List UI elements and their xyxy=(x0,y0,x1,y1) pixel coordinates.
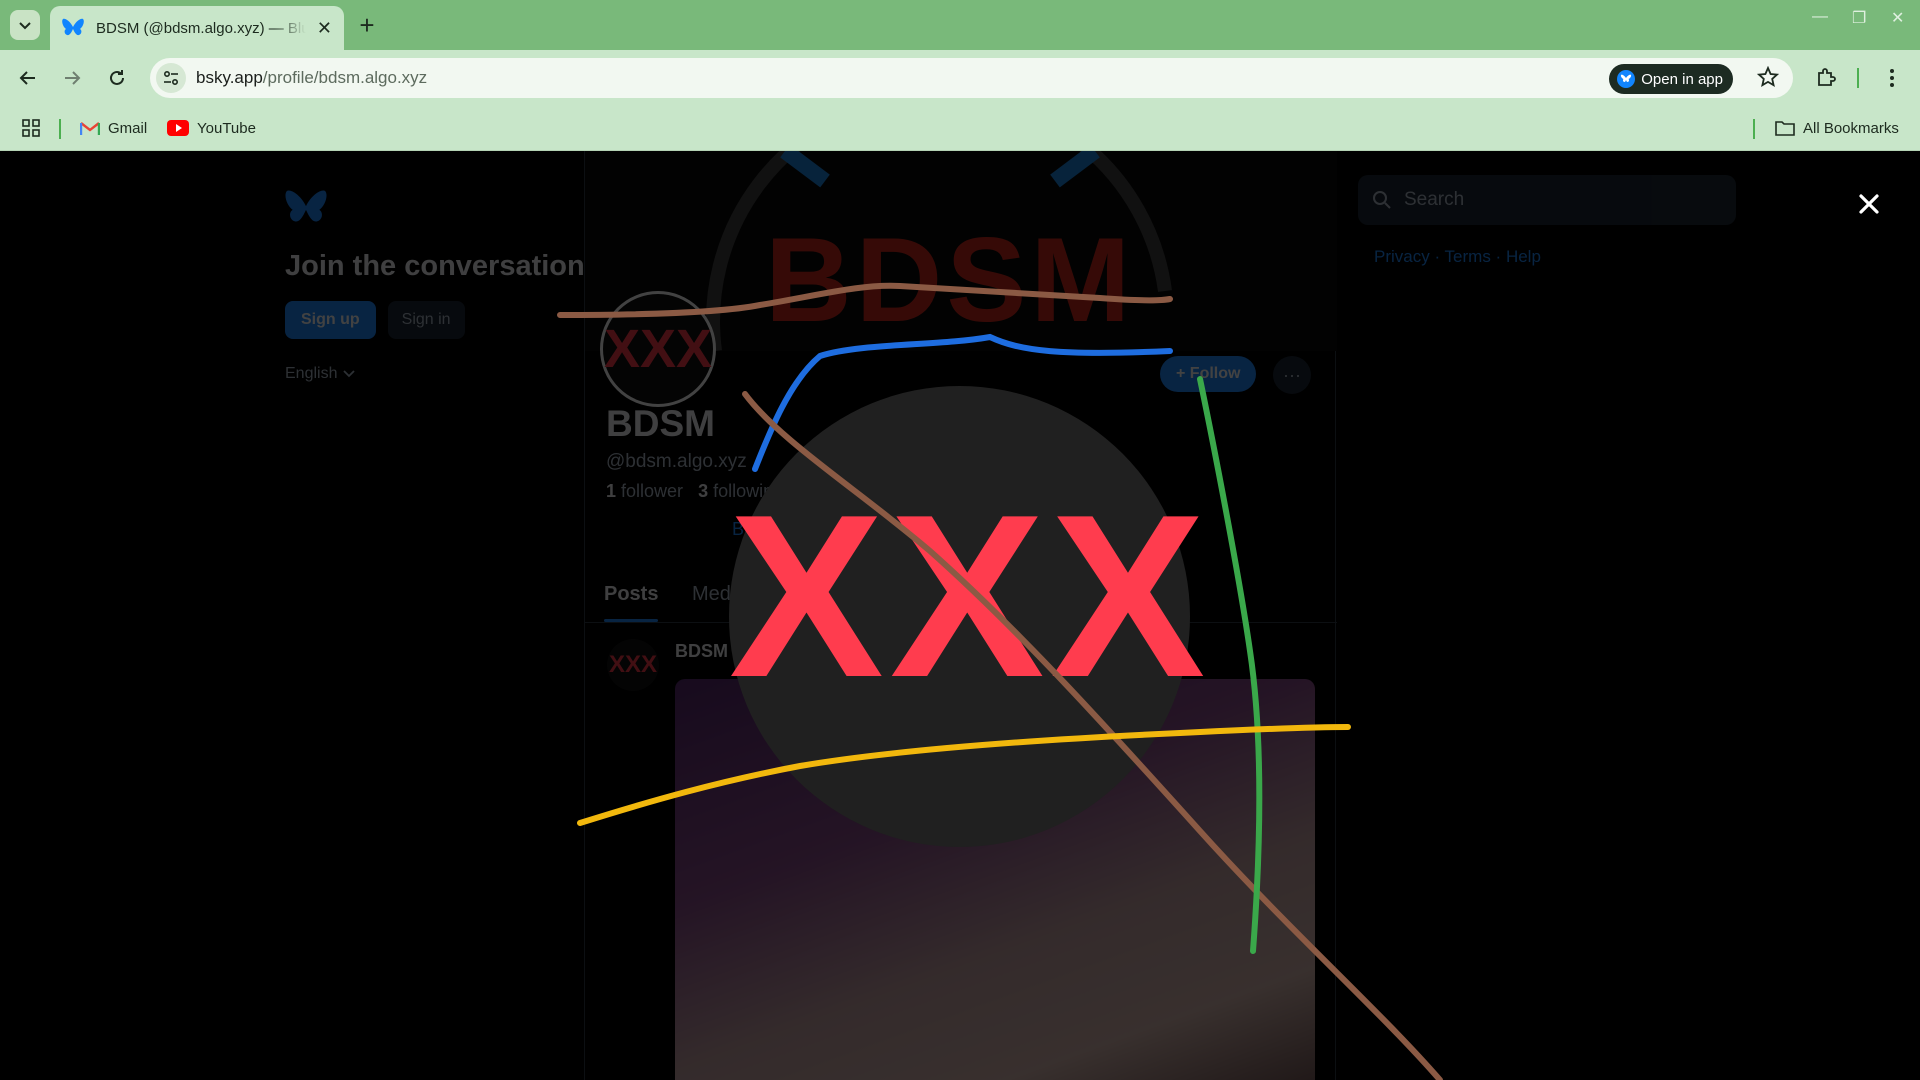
window-close-icon[interactable]: ✕ xyxy=(1891,8,1904,28)
tab-strip: BDSM (@bdsm.algo.xyz) — Bluesky ✕ + — ❐ … xyxy=(0,0,1920,50)
bookmark-star-button[interactable] xyxy=(1756,65,1780,93)
gmail-icon xyxy=(80,121,100,135)
url-path: /profile/bdsm.algo.xyz xyxy=(262,68,428,87)
bluesky-butterfly-icon xyxy=(62,17,84,39)
bookmark-gmail-label: Gmail xyxy=(108,119,148,137)
minimize-icon[interactable]: — xyxy=(1812,8,1828,26)
apps-grid-icon xyxy=(22,119,40,137)
open-in-app-button[interactable]: Open in app xyxy=(1609,64,1733,94)
kebab-menu-icon xyxy=(1890,69,1894,87)
puzzle-icon xyxy=(1818,68,1836,86)
tune-icon xyxy=(163,70,179,86)
reload-button[interactable] xyxy=(101,62,133,94)
bluesky-app-icon xyxy=(1617,70,1636,88)
open-in-app-label: Open in app xyxy=(1641,70,1723,88)
back-button[interactable] xyxy=(12,62,44,94)
url-host: bsky.app xyxy=(196,68,263,87)
browser-toolbar: bsky.app/profile/bdsm.algo.xyz Open in a… xyxy=(0,50,1920,106)
folder-icon xyxy=(1775,121,1795,136)
bookmark-youtube-label: YouTube xyxy=(197,119,256,137)
chevron-down-icon xyxy=(19,22,31,30)
bookmarks-divider-right xyxy=(1753,119,1755,139)
forward-button[interactable] xyxy=(56,62,88,94)
brown-scribble-top xyxy=(557,282,1173,318)
star-icon xyxy=(1756,65,1780,88)
tab-close-icon[interactable]: ✕ xyxy=(317,19,332,37)
address-bar[interactable]: bsky.app/profile/bdsm.algo.xyz Open in a… xyxy=(150,58,1793,98)
blue-scribble xyxy=(752,333,1173,472)
arrow-right-icon xyxy=(65,71,81,85)
tab-title: BDSM (@bdsm.algo.xyz) — Bluesky xyxy=(96,19,306,37)
all-bookmarks-button[interactable]: All Bookmarks xyxy=(1775,117,1899,139)
bookmark-youtube[interactable]: YouTube xyxy=(167,117,256,139)
toolbar-divider xyxy=(1857,68,1859,88)
site-info-button[interactable] xyxy=(156,63,186,93)
bluesky-page: Join the conversation Sign up Sign in En… xyxy=(0,151,1920,1080)
browser-tab[interactable]: BDSM (@bdsm.algo.xyz) — Bluesky ✕ xyxy=(50,6,344,50)
reload-icon xyxy=(110,70,124,85)
browser-menu-button[interactable] xyxy=(1876,62,1908,94)
apps-button[interactable] xyxy=(22,117,40,139)
bookmarks-divider xyxy=(59,119,61,139)
url-text: bsky.app/profile/bdsm.algo.xyz xyxy=(196,68,427,88)
extensions-button[interactable] xyxy=(1810,62,1842,94)
new-tab-button[interactable]: + xyxy=(352,10,382,40)
tab-search-button[interactable] xyxy=(10,10,40,40)
arrow-left-icon xyxy=(19,71,35,85)
scribble-annotations xyxy=(557,282,1443,1080)
youtube-icon xyxy=(167,120,189,136)
yellow-scribble xyxy=(577,724,1351,826)
bookmarks-bar: Gmail YouTube All Bookmarks xyxy=(0,106,1920,151)
all-bookmarks-label: All Bookmarks xyxy=(1803,119,1899,137)
restore-icon[interactable]: ❐ xyxy=(1852,8,1866,28)
bookmark-gmail[interactable]: Gmail xyxy=(80,117,147,139)
